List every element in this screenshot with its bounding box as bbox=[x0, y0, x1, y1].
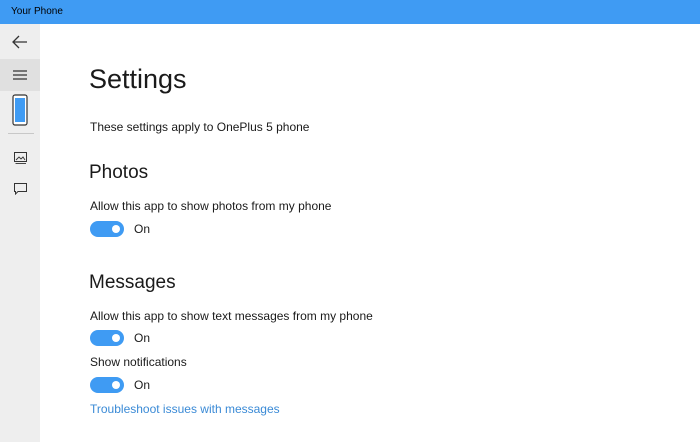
hamburger-menu-icon bbox=[13, 70, 27, 80]
sidebar-divider bbox=[8, 133, 34, 134]
messages-allow-label: Allow this app to show text messages fro… bbox=[90, 309, 373, 323]
notifications-toggle-row: On bbox=[90, 377, 150, 393]
settings-description: These settings apply to OnePlus 5 phone bbox=[90, 120, 310, 134]
photos-toggle-state: On bbox=[134, 222, 151, 236]
troubleshoot-link[interactable]: Troubleshoot issues with messages bbox=[90, 402, 280, 416]
messages-icon bbox=[13, 183, 27, 195]
photos-heading: Photos bbox=[89, 162, 149, 183]
title-bar: Your Phone bbox=[0, 0, 700, 24]
photos-icon bbox=[13, 152, 27, 164]
photos-nav-button[interactable] bbox=[0, 142, 40, 174]
messages-toggle-row: On bbox=[90, 330, 150, 346]
photos-toggle[interactable] bbox=[90, 221, 124, 237]
notifications-toggle[interactable] bbox=[90, 377, 124, 393]
toggle-knob bbox=[112, 334, 120, 342]
messages-nav-button[interactable] bbox=[0, 173, 40, 205]
messages-toggle[interactable] bbox=[90, 330, 124, 346]
back-button[interactable] bbox=[0, 26, 40, 58]
back-arrow-icon bbox=[12, 35, 27, 49]
messages-heading: Messages bbox=[89, 272, 176, 293]
window-title: Your Phone bbox=[11, 6, 63, 17]
sidebar bbox=[0, 24, 40, 442]
phone-button[interactable] bbox=[0, 92, 40, 128]
settings-page: Settings These settings apply to OnePlus… bbox=[40, 24, 700, 442]
phone-icon bbox=[12, 94, 28, 126]
photos-allow-label: Allow this app to show photos from my ph… bbox=[90, 199, 332, 213]
notifications-toggle-state: On bbox=[134, 378, 151, 392]
toggle-knob bbox=[112, 225, 120, 233]
messages-toggle-state: On bbox=[134, 331, 151, 345]
photos-toggle-row: On bbox=[90, 221, 150, 237]
page-title: Settings bbox=[89, 64, 187, 94]
toggle-knob bbox=[112, 381, 120, 389]
menu-button[interactable] bbox=[0, 59, 40, 91]
notifications-label: Show notifications bbox=[90, 355, 187, 369]
